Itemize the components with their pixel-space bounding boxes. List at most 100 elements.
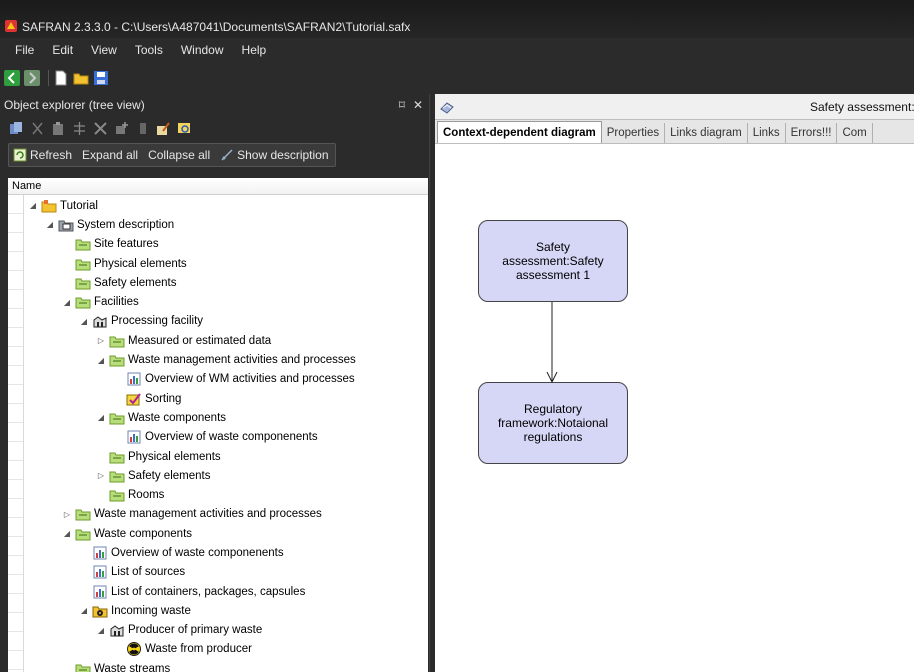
tree-node-label: Site features (94, 238, 159, 251)
tree-node[interactable]: List of containers, packages, capsules (8, 582, 428, 601)
expand-chevron-icon[interactable]: ▷ (62, 510, 72, 519)
tab-links-diagram[interactable]: Links diagram (665, 123, 748, 143)
tree-node[interactable]: ◢ Producer of primary waste (8, 621, 428, 640)
tree-node[interactable]: Physical elements (8, 254, 428, 273)
tree-node-label: Waste from producer (145, 643, 252, 656)
tree-node[interactable]: Physical elements (8, 447, 428, 466)
tree-node[interactable]: Waste streams (8, 659, 428, 672)
collapse-chevron-icon[interactable]: ◢ (45, 220, 55, 229)
tree-node[interactable]: Rooms (8, 485, 428, 504)
tab-links[interactable]: Links (747, 123, 786, 143)
chart-table-icon (92, 585, 108, 599)
tree-node[interactable]: Sorting (8, 389, 428, 408)
collapse-chevron-icon[interactable]: ◢ (96, 413, 106, 422)
tree-node-label: Overview of waste componenents (111, 546, 284, 559)
expand-chevron-icon[interactable]: ▷ (96, 471, 106, 480)
menu-help[interactable]: Help (233, 43, 276, 57)
tree-node[interactable]: ◢ Processing facility (8, 312, 428, 331)
tree-node[interactable]: ◢ Waste components (8, 524, 428, 543)
folder-green-icon (109, 450, 125, 464)
collapse-chevron-icon[interactable]: ◢ (96, 626, 106, 635)
move-icon[interactable] (71, 120, 88, 137)
collapse-chevron-icon[interactable]: ◢ (28, 201, 38, 210)
chart-table-icon (92, 565, 108, 579)
tree-node[interactable]: ◢ Facilities (8, 292, 428, 311)
tree-node[interactable]: ◢ Waste components (8, 408, 428, 427)
tree-node[interactable]: ◢ Waste management activities and process… (8, 350, 428, 369)
tree-node[interactable]: Site features (8, 235, 428, 254)
paste-icon[interactable] (50, 120, 67, 137)
tree-node[interactable]: ▷ Measured or estimated data (8, 331, 428, 350)
collapse-chevron-icon[interactable]: ◢ (79, 317, 89, 326)
tree-node[interactable]: Overview of WM activities and processes (8, 370, 428, 389)
collapse-chevron-icon[interactable]: ◢ (62, 529, 72, 538)
tree-node[interactable]: ◢ System description (8, 215, 428, 234)
refresh-icon (13, 148, 27, 162)
tree-node-label: Facilities (94, 296, 139, 309)
tab-com[interactable]: Com (837, 123, 873, 143)
collapse-chevron-icon[interactable]: ◢ (62, 298, 72, 307)
tree-node[interactable]: List of sources (8, 563, 428, 582)
copy-icon[interactable] (8, 120, 25, 137)
menu-window[interactable]: Window (172, 43, 233, 57)
tab-context-dependent-diagram[interactable]: Context-dependent diagram (437, 121, 602, 143)
column-header-name: Name (12, 180, 42, 192)
back-icon[interactable] (4, 70, 20, 86)
safety-assessment-icon (440, 102, 454, 114)
tree-node[interactable]: Overview of waste componenents (8, 543, 428, 562)
folder-green-icon (75, 276, 91, 290)
tree-node[interactable]: ▷ Waste management activities and process… (8, 505, 428, 524)
tree-node-label: Physical elements (94, 257, 187, 270)
save-icon[interactable] (93, 70, 109, 86)
find-icon[interactable] (176, 120, 193, 137)
facility-icon (92, 314, 108, 328)
chart-table-icon (126, 372, 142, 386)
open-folder-icon[interactable] (73, 70, 89, 86)
app-logo-icon (5, 20, 17, 32)
folder-green-icon (75, 237, 91, 251)
object-explorer-header: Object explorer (tree view) ⌑ ✕ (0, 94, 429, 115)
tree-node[interactable]: Waste from producer (8, 640, 428, 659)
title-bar: SAFRAN 2.3.3.0 - C:\Users\A487041\Docume… (0, 0, 914, 38)
forward-icon[interactable] (24, 70, 40, 86)
tree-node[interactable]: Overview of waste componenents (8, 428, 428, 447)
chart-table-icon (92, 546, 108, 560)
refresh-button[interactable]: Refresh (13, 148, 72, 162)
delete-icon[interactable] (92, 120, 109, 137)
tab-errors[interactable]: Errors!!! (785, 123, 838, 143)
collapse-all-button[interactable]: Collapse all (148, 148, 210, 162)
tree-node-label: Safety elements (94, 276, 177, 289)
show-description-button[interactable]: Show description (220, 148, 329, 162)
diagram-canvas[interactable]: Safety assessment:Safety assessment 1 Re… (435, 144, 914, 672)
new-file-icon[interactable] (53, 70, 69, 86)
tree-node[interactable]: ◢ Incoming waste (8, 601, 428, 620)
tree-node-label: Tutorial (60, 199, 98, 212)
menu-edit[interactable]: Edit (43, 43, 82, 57)
tree-node[interactable]: ▷ Safety elements (8, 466, 428, 485)
diagram-node-safety-assessment[interactable]: Safety assessment:Safety assessment 1 (478, 220, 628, 302)
add-item-icon[interactable] (113, 120, 130, 137)
folder-green-icon (109, 488, 125, 502)
add-child-icon[interactable] (134, 120, 151, 137)
tree-node[interactable]: ◢ Tutorial (8, 196, 428, 215)
tree-column-header[interactable]: Name (8, 178, 428, 195)
tab-properties[interactable]: Properties (601, 123, 666, 143)
tree-toolbar (0, 115, 429, 141)
tree-node[interactable]: Safety elements (8, 273, 428, 292)
expand-all-button[interactable]: Expand all (82, 148, 138, 162)
menu-tools[interactable]: Tools (126, 43, 172, 57)
folder-green-icon (109, 334, 125, 348)
folder-green-icon (109, 353, 125, 367)
collapse-chevron-icon[interactable]: ◢ (96, 356, 106, 365)
object-tree: Name ◢ Tutorial ◢ System description Site fe… (8, 178, 428, 672)
tree-node-label: Measured or estimated data (128, 334, 272, 347)
menu-file[interactable]: File (6, 43, 43, 57)
collapse-chevron-icon[interactable]: ◢ (79, 606, 89, 615)
edit-properties-icon[interactable] (155, 120, 172, 137)
menu-view[interactable]: View (82, 43, 126, 57)
close-icon[interactable]: ✕ (413, 98, 423, 112)
pin-icon[interactable]: ⌑ (399, 98, 405, 112)
cut-icon[interactable] (29, 120, 46, 137)
expand-chevron-icon[interactable]: ▷ (96, 336, 106, 345)
diagram-node-regulatory-framework[interactable]: Regulatory framework:Notaional regulatio… (478, 382, 628, 464)
